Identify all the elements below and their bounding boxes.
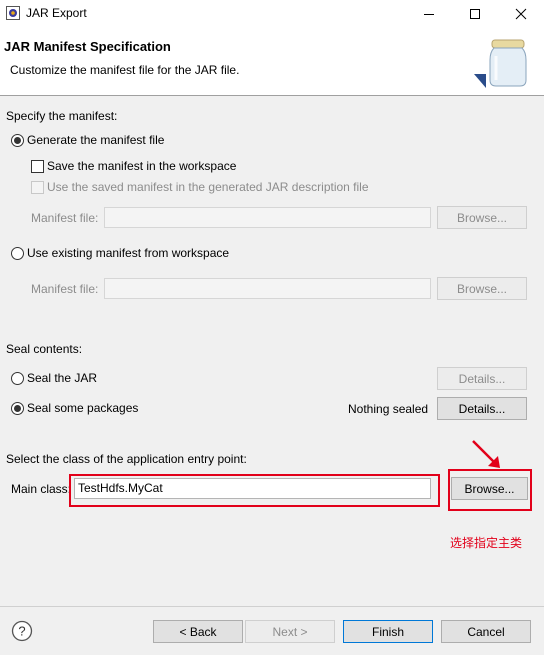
seal-packages-radio[interactable] xyxy=(11,402,24,415)
seal-packages-details-button[interactable]: Details... xyxy=(437,397,527,420)
red-arrow-icon xyxy=(472,440,500,468)
use-saved-manifest-checkbox[interactable] xyxy=(31,181,44,194)
main-class-highlight xyxy=(69,474,440,507)
use-existing-manifest-label[interactable]: Use existing manifest from workspace xyxy=(27,246,229,260)
main-class-label: Main class: xyxy=(11,482,72,496)
jar-icon xyxy=(474,39,527,88)
browse-highlight xyxy=(448,469,532,511)
next-button[interactable]: Next > xyxy=(245,620,335,643)
manifest-section-label: Specify the manifest: xyxy=(6,109,118,123)
svg-text:?: ? xyxy=(18,624,25,639)
annotation-text: 选择指定主类 xyxy=(450,536,523,550)
manifest-browse-button[interactable]: Browse... xyxy=(437,206,527,229)
seal-section-label: Seal contents: xyxy=(6,342,83,356)
existing-manifest-file-label: Manifest file: xyxy=(31,282,99,296)
finish-button[interactable]: Finish xyxy=(343,620,433,643)
footer-separator xyxy=(0,606,544,607)
back-button[interactable]: < Back xyxy=(153,620,243,643)
seal-jar-radio[interactable] xyxy=(11,372,24,385)
entry-section-label: Select the class of the application entr… xyxy=(6,452,247,466)
page-title: JAR Manifest Specification xyxy=(4,39,171,54)
cancel-button[interactable]: Cancel xyxy=(441,620,531,643)
maximize-button[interactable] xyxy=(452,0,498,28)
window-title: JAR Export xyxy=(26,6,87,20)
manifest-file-input[interactable] xyxy=(104,207,431,228)
maximize-icon xyxy=(470,9,480,19)
existing-manifest-browse-button[interactable]: Browse... xyxy=(437,277,527,300)
seal-jar-details-button[interactable]: Details... xyxy=(437,367,527,390)
existing-manifest-file-input[interactable] xyxy=(104,278,431,299)
seal-packages-label[interactable]: Seal some packages xyxy=(27,401,138,415)
close-button[interactable] xyxy=(498,0,544,28)
minimize-button[interactable] xyxy=(406,0,452,28)
seal-jar-label[interactable]: Seal the JAR xyxy=(27,371,97,385)
use-saved-manifest-label: Use the saved manifest in the generated … xyxy=(47,180,369,194)
generate-manifest-radio[interactable] xyxy=(11,134,24,147)
nothing-sealed-text: Nothing sealed xyxy=(348,402,429,416)
page-subtitle: Customize the manifest file for the JAR … xyxy=(10,63,240,77)
generate-manifest-label[interactable]: Generate the manifest file xyxy=(27,133,164,147)
minimize-icon xyxy=(424,14,434,15)
use-existing-manifest-radio[interactable] xyxy=(11,247,24,260)
close-icon xyxy=(515,8,527,20)
save-manifest-label[interactable]: Save the manifest in the workspace xyxy=(47,159,236,173)
manifest-file-label: Manifest file: xyxy=(31,211,99,225)
help-icon[interactable]: ? xyxy=(11,620,33,642)
save-manifest-checkbox[interactable] xyxy=(31,160,44,173)
app-icon xyxy=(6,6,20,20)
